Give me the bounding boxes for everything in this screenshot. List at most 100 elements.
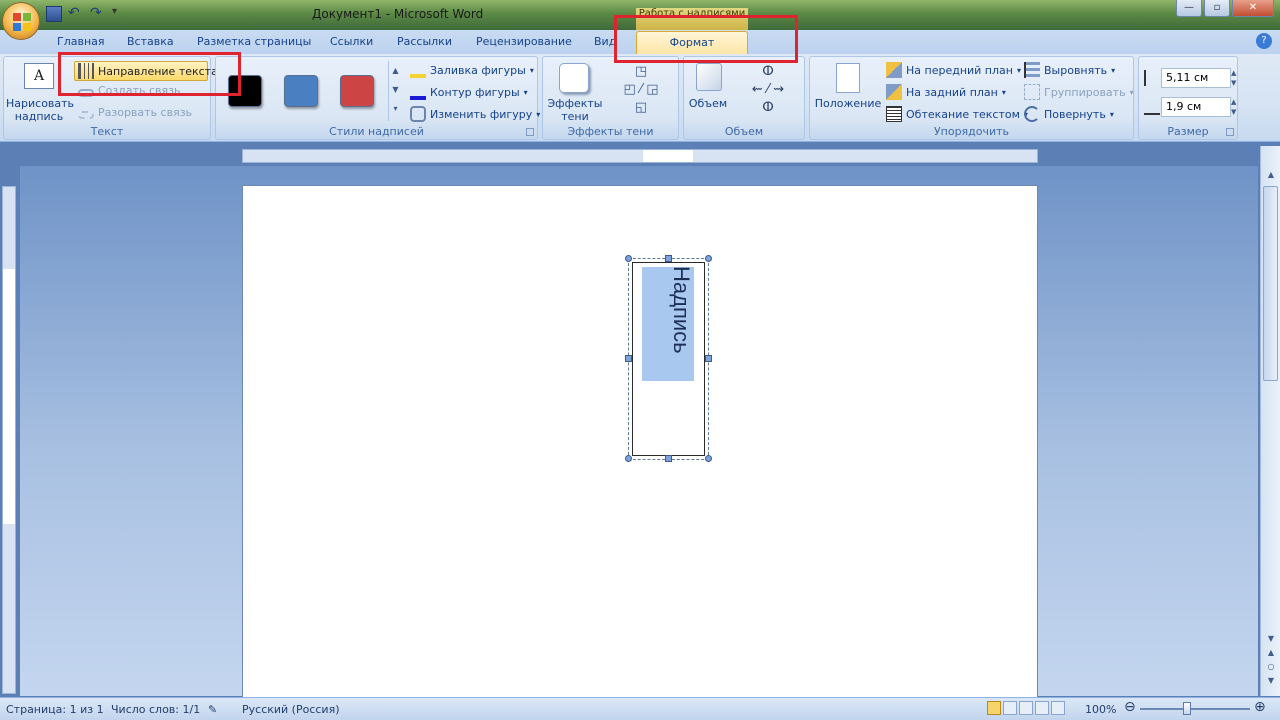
tab-home[interactable]: Главная (57, 35, 105, 48)
zoom-slider-thumb[interactable] (1183, 702, 1191, 715)
shadow-effects-button[interactable]: Эффекты тени (547, 61, 603, 125)
dropdown-arrow-icon: ▾ (536, 109, 541, 119)
vertical-scrollbar[interactable]: ▲ ▼ ▲ ○ ▼ (1260, 146, 1280, 696)
highlight-box-format-tab (614, 15, 798, 63)
dropdown-arrow-icon: ▾ (1111, 65, 1116, 75)
align-icon (1024, 62, 1040, 78)
resize-handle-n[interactable] (665, 255, 672, 262)
vertical-ruler[interactable] (2, 186, 16, 694)
highlight-box-text-direction (58, 52, 241, 96)
page-count[interactable]: Страница: 1 из 1 (6, 703, 104, 716)
rotate-button[interactable]: Повернуть ▾ (1024, 106, 1114, 122)
scroll-down-arrow-icon[interactable]: ▼ (1264, 634, 1278, 646)
3d-cube-icon (696, 63, 722, 91)
styles-dialog-launcher-icon[interactable] (526, 128, 534, 136)
tab-insert[interactable]: Вставка (127, 35, 174, 48)
pencil-icon (410, 84, 426, 100)
redo-icon[interactable]: ↷ (90, 6, 106, 22)
shadow-effects-label-1: Эффекты (547, 97, 603, 110)
browse-object-icon[interactable]: ○ (1264, 662, 1278, 674)
web-layout-icon[interactable] (1019, 701, 1033, 715)
send-back-icon (886, 84, 902, 100)
window-title: Документ1 - Microsoft Word (312, 7, 484, 21)
scroll-up-arrow-icon[interactable]: ▲ (1264, 170, 1278, 182)
change-shape-button[interactable]: Изменить фигуру ▾ (410, 106, 540, 122)
save-icon[interactable] (46, 6, 62, 22)
width-spinner-icon[interactable]: ▲ ▼ (1231, 97, 1236, 117)
change-shape-icon (410, 106, 426, 122)
zoom-level[interactable]: 100% (1085, 703, 1116, 716)
resize-handle-w[interactable] (625, 355, 632, 362)
minimize-button[interactable]: — (1176, 0, 1202, 17)
group-size: 5,11 см ▲ ▼ 1,9 см ▲ ▼ Размер (1138, 56, 1238, 140)
resize-handle-nw[interactable] (625, 255, 632, 262)
scrollbar-thumb[interactable] (1263, 186, 1278, 381)
shadow-nudge-icons[interactable]: ◳ ◰ ⁄ ◲ ◱ (611, 63, 671, 119)
language-indicator[interactable]: Русский (Россия) (242, 703, 340, 716)
status-bar: Страница: 1 из 1 Число слов: 1/1 ✎ Русск… (0, 697, 1280, 720)
dropdown-arrow-icon: ▾ (1109, 109, 1114, 119)
zoom-out-icon[interactable]: ⊖ (1124, 699, 1136, 715)
resize-handle-sw[interactable] (625, 455, 632, 462)
shape-outline-button[interactable]: Контур фигуры ▾ (410, 84, 528, 100)
full-screen-reading-icon[interactable] (1003, 701, 1017, 715)
height-icon (1144, 70, 1160, 86)
style-swatch-red[interactable] (340, 75, 374, 107)
group-3d-label: Объем (724, 125, 764, 138)
size-dialog-launcher-icon[interactable] (1226, 128, 1234, 136)
break-link-button[interactable]: Разорвать связь (78, 106, 192, 119)
tab-view[interactable]: Вид (594, 35, 616, 48)
shape-fill-label: Заливка фигуры (430, 63, 526, 77)
undo-icon[interactable]: ↶ (68, 6, 84, 22)
width-input[interactable]: 1,9 см (1161, 97, 1231, 117)
dropdown-arrow-icon: ▾ (529, 65, 534, 75)
width-icon (1144, 99, 1160, 115)
tab-mailings[interactable]: Рассылки (397, 35, 452, 48)
position-label: Положение (814, 97, 882, 110)
horizontal-ruler[interactable] (242, 149, 1038, 163)
align-button[interactable]: Выровнять ▾ (1024, 62, 1115, 78)
draft-view-icon[interactable] (1051, 701, 1065, 715)
spellcheck-icon[interactable]: ✎ (208, 703, 217, 716)
position-button[interactable]: Положение (812, 61, 884, 125)
office-button[interactable] (2, 2, 40, 40)
textbox-content[interactable]: Надпись (668, 266, 694, 354)
resize-handle-se[interactable] (705, 455, 712, 462)
style-swatch-blue[interactable] (284, 75, 318, 107)
resize-handle-s[interactable] (665, 455, 672, 462)
resize-handle-e[interactable] (705, 355, 712, 362)
next-page-icon[interactable]: ▼ (1264, 676, 1278, 688)
group-objects-button[interactable]: Группировать ▾ (1024, 84, 1134, 100)
group-text-label: Текст (90, 125, 124, 138)
3d-effects-button[interactable]: Объем (686, 61, 730, 125)
shadow-effects-label-2: тени (561, 110, 589, 123)
styles-gallery-scroll[interactable]: ▲ ▼ ▾ (388, 61, 402, 121)
zoom-slider-track[interactable] (1140, 708, 1250, 710)
word-count[interactable]: Число слов: 1/1 (111, 703, 200, 716)
help-icon[interactable]: ? (1256, 33, 1272, 49)
shape-fill-button[interactable]: Заливка фигуры ▾ (410, 62, 534, 78)
outline-view-icon[interactable] (1035, 701, 1049, 715)
customize-qat-icon[interactable]: ▾ (112, 6, 128, 22)
close-button[interactable]: ✕ (1232, 0, 1274, 17)
dropdown-arrow-icon: ▾ (1129, 87, 1134, 97)
paint-bucket-icon (410, 62, 426, 78)
height-spinner-icon[interactable]: ▲ ▼ (1231, 68, 1236, 88)
print-layout-view-icon[interactable] (987, 701, 1001, 715)
tab-page-layout[interactable]: Разметка страницы (197, 35, 311, 48)
resize-handle-ne[interactable] (705, 255, 712, 262)
maximize-button[interactable]: ▫ (1204, 0, 1230, 17)
zoom-in-icon[interactable]: ⊕ (1254, 699, 1266, 715)
group-icon (1024, 84, 1040, 100)
group-styles-label: Стили надписей (329, 125, 424, 138)
bring-to-front-button[interactable]: На передний план ▾ (886, 62, 1021, 78)
bring-front-label: На передний план (906, 63, 1013, 77)
send-to-back-button[interactable]: На задний план ▾ (886, 84, 1006, 100)
tab-review[interactable]: Рецензирование (476, 35, 572, 48)
3d-tilt-icons[interactable]: ⵀ ⇜ ⁄ ⇝ ⵀ (736, 63, 800, 119)
prev-page-icon[interactable]: ▲ (1264, 648, 1278, 660)
group-arrange-label: Упорядочить (933, 125, 1010, 138)
text-wrapping-button[interactable]: Обтекание текстом ▾ (886, 106, 1028, 122)
tab-references[interactable]: Ссылки (330, 35, 373, 48)
height-input[interactable]: 5,11 см (1161, 68, 1231, 88)
